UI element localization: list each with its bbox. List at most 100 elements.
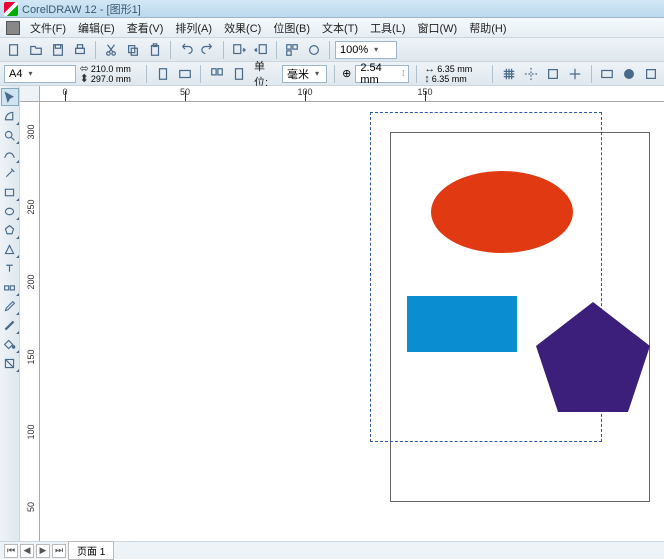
save-button[interactable]	[48, 40, 68, 60]
text-tool[interactable]	[1, 259, 19, 277]
menu-edit[interactable]: 编辑(E)	[72, 18, 121, 38]
dropdown-arrow-icon: ▾	[315, 69, 319, 78]
rectangle-shape[interactable]	[407, 296, 517, 352]
ruler-label: 250	[26, 199, 36, 214]
page-dimensions[interactable]: ⬄ ⬍	[80, 64, 139, 84]
redo-button[interactable]	[198, 40, 218, 60]
outline-tool[interactable]	[1, 316, 19, 334]
ellipse-tool[interactable]	[1, 202, 19, 220]
separator	[95, 41, 96, 59]
menu-tools[interactable]: 工具(L)	[364, 18, 411, 38]
ruler-label: 200	[26, 274, 36, 289]
fill-tool[interactable]	[1, 335, 19, 353]
prev-page-button[interactable]: ◀	[20, 544, 34, 558]
dup-y-icon: ↕	[424, 74, 430, 84]
snap-to-grid-button[interactable]	[500, 64, 518, 84]
draw-complex-button[interactable]	[642, 64, 660, 84]
width-icon: ⬄	[80, 64, 89, 74]
menu-window[interactable]: 窗口(W)	[412, 18, 464, 38]
dup-x-input[interactable]	[437, 64, 485, 73]
landscape-button[interactable]	[176, 64, 194, 84]
unit-combo[interactable]: 毫米 ▾	[282, 65, 327, 83]
menu-file[interactable]: 文件(F)	[24, 18, 72, 38]
menu-arrange[interactable]: 排列(A)	[169, 18, 218, 38]
system-menu-icon[interactable]	[6, 21, 20, 35]
polygon-tool[interactable]	[1, 221, 19, 239]
eyedropper-tool[interactable]	[1, 297, 19, 315]
ruler-label: 300	[26, 124, 36, 139]
menu-help[interactable]: 帮助(H)	[463, 18, 512, 38]
snap-to-guidelines-button[interactable]	[522, 64, 540, 84]
new-button[interactable]	[4, 40, 24, 60]
dup-y-input[interactable]	[432, 74, 480, 83]
vertical-ruler[interactable]: 300 250 200 150 100 50	[20, 102, 40, 541]
open-button[interactable]	[26, 40, 46, 60]
print-button[interactable]	[70, 40, 90, 60]
zoom-combo[interactable]: 100% ▾	[335, 41, 397, 59]
app-launcher-button[interactable]	[282, 40, 302, 60]
menu-bitmap[interactable]: 位图(B)	[267, 18, 316, 38]
separator	[416, 65, 417, 83]
cut-button[interactable]	[101, 40, 121, 60]
page-height-input[interactable]	[91, 74, 139, 83]
current-page-button[interactable]	[230, 64, 248, 84]
last-page-button[interactable]: ⏭	[52, 544, 66, 558]
property-bar: A4 ▾ ⬄ ⬍ 单位: 毫米 ▾ ⊕ 2.54 mm ⁞ ↔ ↕	[0, 62, 664, 86]
ellipse-shape[interactable]	[431, 171, 573, 253]
paper-size-combo[interactable]: A4 ▾	[4, 65, 76, 83]
menu-effects[interactable]: 效果(C)	[218, 18, 267, 38]
zoom-tool[interactable]	[1, 126, 19, 144]
portrait-button[interactable]	[154, 64, 172, 84]
horizontal-ruler[interactable]: 0 50 100 150	[40, 86, 664, 102]
page-tab[interactable]: 页面 1	[68, 541, 114, 560]
dynamic-guides-button[interactable]	[566, 64, 584, 84]
basic-shapes-tool[interactable]	[1, 240, 19, 258]
nudge-input[interactable]: 2.54 mm ⁞	[355, 65, 409, 83]
pick-tool[interactable]	[1, 88, 19, 106]
separator	[329, 41, 330, 59]
snap-to-objects-button[interactable]	[544, 64, 562, 84]
app-logo-icon	[4, 2, 18, 16]
standard-toolbar: 100% ▾	[0, 38, 664, 62]
toolbox	[0, 86, 20, 541]
undo-button[interactable]	[176, 40, 196, 60]
options-button[interactable]	[598, 64, 616, 84]
dropdown-arrow-icon: ▾	[28, 69, 32, 78]
menu-text[interactable]: 文本(T)	[316, 18, 364, 38]
duplicate-offset[interactable]: ↔ ↕	[424, 64, 485, 84]
export-button[interactable]	[251, 40, 271, 60]
first-page-button[interactable]: ⏮	[4, 544, 18, 558]
paste-button[interactable]	[145, 40, 165, 60]
smart-draw-tool[interactable]	[1, 164, 19, 182]
all-pages-button[interactable]	[208, 64, 226, 84]
interactive-fill-tool[interactable]	[1, 354, 19, 372]
next-page-button[interactable]: ▶	[36, 544, 50, 558]
interactive-blend-tool[interactable]	[1, 278, 19, 296]
rectangle-tool[interactable]	[1, 183, 19, 201]
separator	[276, 41, 277, 59]
spinner-icon: ⁞	[402, 69, 404, 78]
separator	[170, 41, 171, 59]
ruler-label: 100	[26, 424, 36, 439]
ruler-label: 150	[26, 349, 36, 364]
nudge-value: 2.54 mm	[360, 62, 396, 86]
shape-tool[interactable]	[1, 107, 19, 125]
page-width-input[interactable]	[91, 64, 139, 73]
ruler-label: 50	[26, 502, 36, 512]
pentagon-shape[interactable]	[533, 302, 653, 412]
import-button[interactable]	[229, 40, 249, 60]
menu-bar: 文件(F) 编辑(E) 查看(V) 排列(A) 效果(C) 位图(B) 文本(T…	[0, 18, 664, 38]
menu-view[interactable]: 查看(V)	[121, 18, 170, 38]
page-navigator: ⏮ ◀ ▶ ⏭ 页面 1	[0, 541, 664, 559]
separator	[223, 41, 224, 59]
treat-as-filled-button[interactable]	[620, 64, 638, 84]
drawing-viewport[interactable]	[40, 102, 664, 541]
ruler-origin[interactable]	[20, 86, 40, 102]
dropdown-arrow-icon: ▾	[374, 45, 378, 54]
title-bar: CorelDRAW 12 - [图形1]	[0, 0, 664, 18]
corel-online-button[interactable]	[304, 40, 324, 60]
freehand-tool[interactable]	[1, 145, 19, 163]
separator	[591, 65, 592, 83]
copy-button[interactable]	[123, 40, 143, 60]
zoom-value: 100%	[340, 44, 368, 56]
